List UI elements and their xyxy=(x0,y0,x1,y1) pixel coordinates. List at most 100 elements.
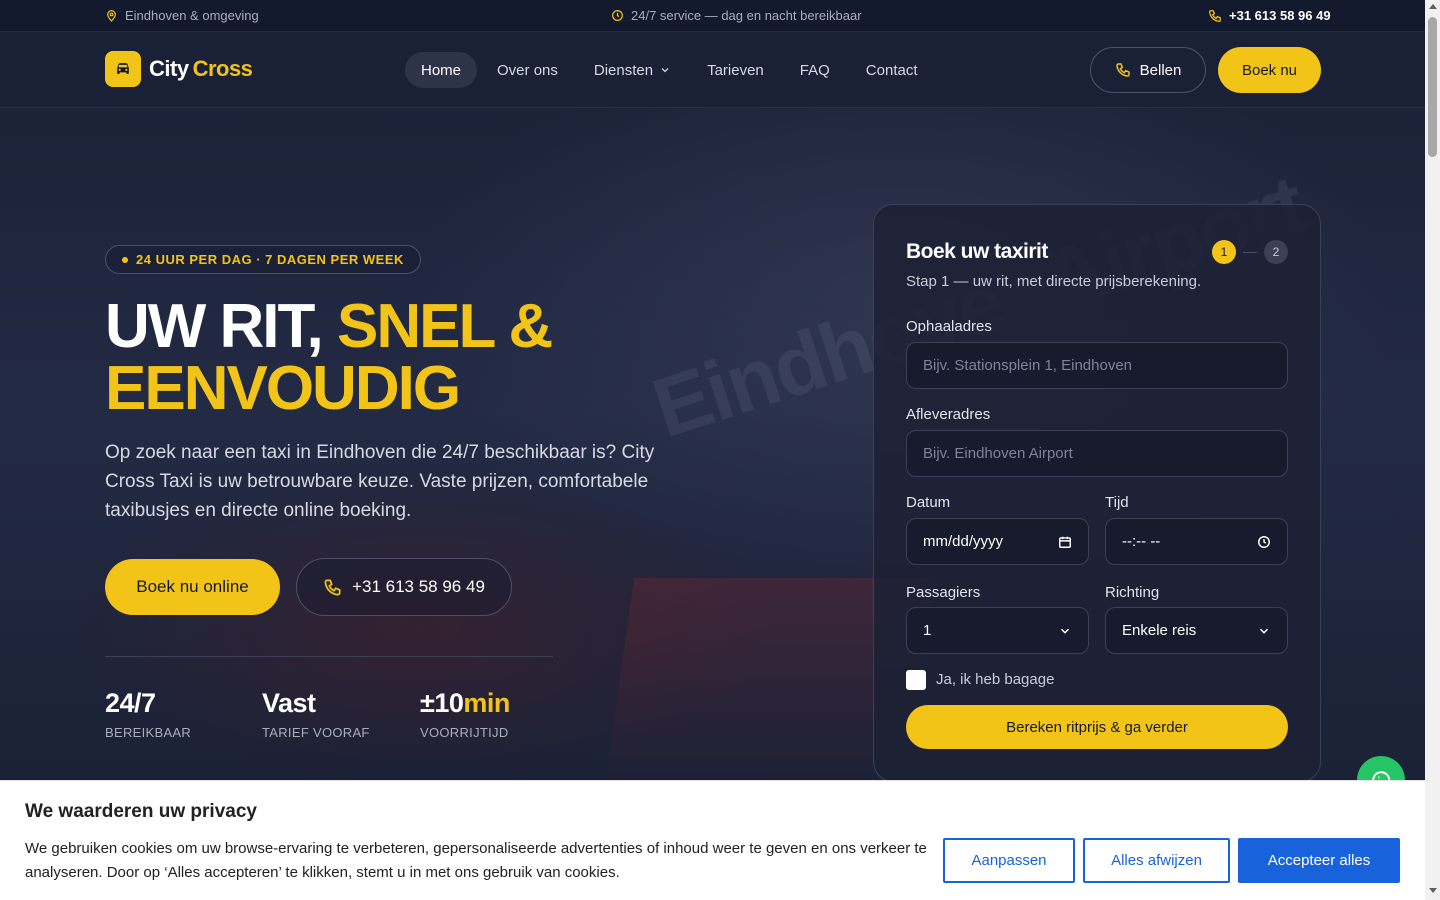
dropoff-label: Afleveradres xyxy=(906,406,991,423)
date-placeholder: mm/dd/yyyy xyxy=(923,533,1004,550)
luggage-checkbox[interactable] xyxy=(906,670,926,690)
stat-label: BEREIKBAAR xyxy=(105,725,192,740)
cookie-customize-label: Aanpassen xyxy=(971,852,1047,869)
nav-contact-label: Contact xyxy=(865,61,918,79)
nav-home-label: Home xyxy=(421,61,462,79)
main-nav: Home Over ons Diensten Tarieven FAQ Cont… xyxy=(405,52,934,88)
badge-text: 24 UUR PER DAG · 7 DAGEN PER WEEK xyxy=(136,252,404,267)
nav-over-ons-label: Over ons xyxy=(497,61,558,79)
stat-value: 24/7 xyxy=(105,688,156,718)
clock-icon xyxy=(1258,535,1270,548)
nav-over-ons[interactable]: Over ons xyxy=(481,52,574,88)
scroll-down-arrow[interactable] xyxy=(1429,888,1437,893)
dropoff-address-input[interactable]: Bijv. Eindhoven Airport xyxy=(906,430,1288,477)
pickup-placeholder: Bijv. Stationsplein 1, Eindhoven xyxy=(923,357,1133,374)
nav-tarieven-label: Tarieven xyxy=(707,61,764,79)
direction-select[interactable]: Enkele reis xyxy=(1105,607,1288,654)
top-info-bar: Eindhoven & omgeving 24/7 service — dag … xyxy=(0,0,1425,32)
hero-phone-button[interactable]: +31 613 58 96 49 xyxy=(296,558,512,616)
nav-faq[interactable]: FAQ xyxy=(784,52,846,88)
scroll-up-arrow[interactable] xyxy=(1429,4,1437,9)
luggage-label[interactable]: Ja, ik heb bagage xyxy=(936,671,1054,688)
passengers-label: Passagiers xyxy=(906,584,981,601)
nav-diensten[interactable]: Diensten xyxy=(578,52,687,88)
service-text: 24/7 service — dag en nacht bereikbaar xyxy=(631,8,862,23)
clock-icon xyxy=(612,10,623,21)
stat-value: ±10 xyxy=(420,688,464,718)
time-placeholder: --:-- -- xyxy=(1122,533,1161,550)
site-logo[interactable]: City Cross xyxy=(105,51,253,87)
direction-label: Richting xyxy=(1105,584,1160,601)
passengers-value: 1 xyxy=(923,622,932,639)
cookie-text: We gebruiken cookies om uw browse-ervari… xyxy=(25,840,927,881)
call-button-label: Bellen xyxy=(1139,61,1182,79)
main-header: City Cross Home Over ons Diensten Tarieve… xyxy=(0,32,1425,108)
stat-unit: min xyxy=(463,688,510,718)
pickup-label: Ophaaladres xyxy=(906,318,992,335)
dropoff-placeholder: Bijv. Eindhoven Airport xyxy=(923,445,1073,462)
logo-part-cross: Cross xyxy=(192,56,253,81)
calendar-icon xyxy=(1059,536,1071,548)
car-icon xyxy=(105,51,141,87)
cookie-accept-button[interactable]: Accepteer alles xyxy=(1238,838,1400,883)
book-online-button[interactable]: Boek nu online xyxy=(105,559,280,615)
hero-title: UW RIT, SNEL & EENVOUDIG xyxy=(105,296,553,423)
call-button[interactable]: Bellen xyxy=(1090,47,1206,93)
book-now-button[interactable]: Boek nu xyxy=(1218,47,1321,93)
topbar-phone-number: +31 613 58 96 49 xyxy=(1229,8,1331,23)
phone-icon xyxy=(1115,63,1130,77)
nav-diensten-label: Diensten xyxy=(593,61,654,79)
hero-lead: Op zoek naar een taxi in Eindhoven die 2… xyxy=(105,442,655,521)
time-input[interactable]: --:-- -- xyxy=(1105,518,1288,565)
chevron-down-icon xyxy=(1060,628,1070,634)
stat-arrival-time: ±10min VOORRIJTIJD xyxy=(420,688,510,740)
badge-dot xyxy=(122,256,128,263)
phone-icon xyxy=(324,579,341,595)
nav-tarieven[interactable]: Tarieven xyxy=(691,52,780,88)
nav-faq-label: FAQ xyxy=(799,61,830,79)
cookie-customize-button[interactable]: Aanpassen xyxy=(943,838,1075,883)
cookie-banner: We waarderen uw privacy We gebruiken coo… xyxy=(0,780,1425,900)
service-info: 24/7 service — dag en nacht bereikbaar xyxy=(611,8,862,23)
booking-subtitle: Stap 1 — uw rit, met directe prijsbereke… xyxy=(906,273,1202,290)
hero-title-yellow-1: SNEL & xyxy=(336,292,553,361)
cookie-reject-button[interactable]: Alles afwijzen xyxy=(1083,838,1230,883)
pickup-address-input[interactable]: Bijv. Stationsplein 1, Eindhoven xyxy=(906,342,1288,389)
calculate-price-button[interactable]: Bereken ritprijs & ga verder xyxy=(906,705,1288,749)
step-2-indicator: 2 xyxy=(1264,240,1288,264)
date-label: Datum xyxy=(906,494,951,511)
location-info: Eindhoven & omgeving xyxy=(105,8,259,23)
step-1-indicator: 1 xyxy=(1212,240,1236,264)
hero-section: EindhovenAirport 24 UUR PER DAG · 7 DAGE… xyxy=(0,108,1425,780)
stat-label: TARIEF VOORAF xyxy=(262,725,370,740)
cookie-accept-label: Accepteer alles xyxy=(1267,852,1371,869)
passengers-select[interactable]: 1 xyxy=(906,607,1089,654)
chevron-down-icon xyxy=(1259,628,1269,634)
stat-availability: 24/7 BEREIKBAAR xyxy=(105,688,191,740)
calculate-price-label: Bereken ritprijs & ga verder xyxy=(1006,718,1188,736)
logo-part-city: City xyxy=(149,56,189,81)
logo-text: City Cross xyxy=(149,56,253,82)
direction-value: Enkele reis xyxy=(1122,622,1197,639)
hero-divider xyxy=(105,656,553,657)
nav-contact[interactable]: Contact xyxy=(850,52,934,88)
step-connector xyxy=(1243,252,1257,253)
cookie-title: We waarderen uw privacy xyxy=(25,801,257,822)
date-input[interactable]: mm/dd/yyyy xyxy=(906,518,1089,565)
hero-title-white: UW RIT, xyxy=(105,292,324,361)
hero-title-yellow-2: EENVOUDIG xyxy=(105,354,461,423)
availability-badge: 24 UUR PER DAG · 7 DAGEN PER WEEK xyxy=(105,245,421,274)
nav-home[interactable]: Home xyxy=(405,52,478,88)
hero-phone-label: +31 613 58 96 49 xyxy=(352,577,485,596)
page-scrollbar[interactable] xyxy=(1425,0,1440,900)
map-pin-icon xyxy=(107,10,116,22)
booking-form-card: Boek uw taxirit 1 2 Stap 1 — uw rit, met… xyxy=(873,204,1321,780)
cookie-reject-label: Alles afwijzen xyxy=(1111,852,1202,869)
scrollbar-thumb[interactable] xyxy=(1428,17,1437,157)
topbar-phone-link[interactable]: +31 613 58 96 49 xyxy=(1208,8,1331,23)
booking-title: Boek uw taxirit xyxy=(906,240,1048,263)
phone-icon xyxy=(1209,9,1221,22)
stat-label: VOORRIJTIJD xyxy=(420,725,509,740)
time-label: Tijd xyxy=(1105,494,1129,511)
stat-fixed-rate: Vast TARIEF VOORAF xyxy=(262,688,370,740)
